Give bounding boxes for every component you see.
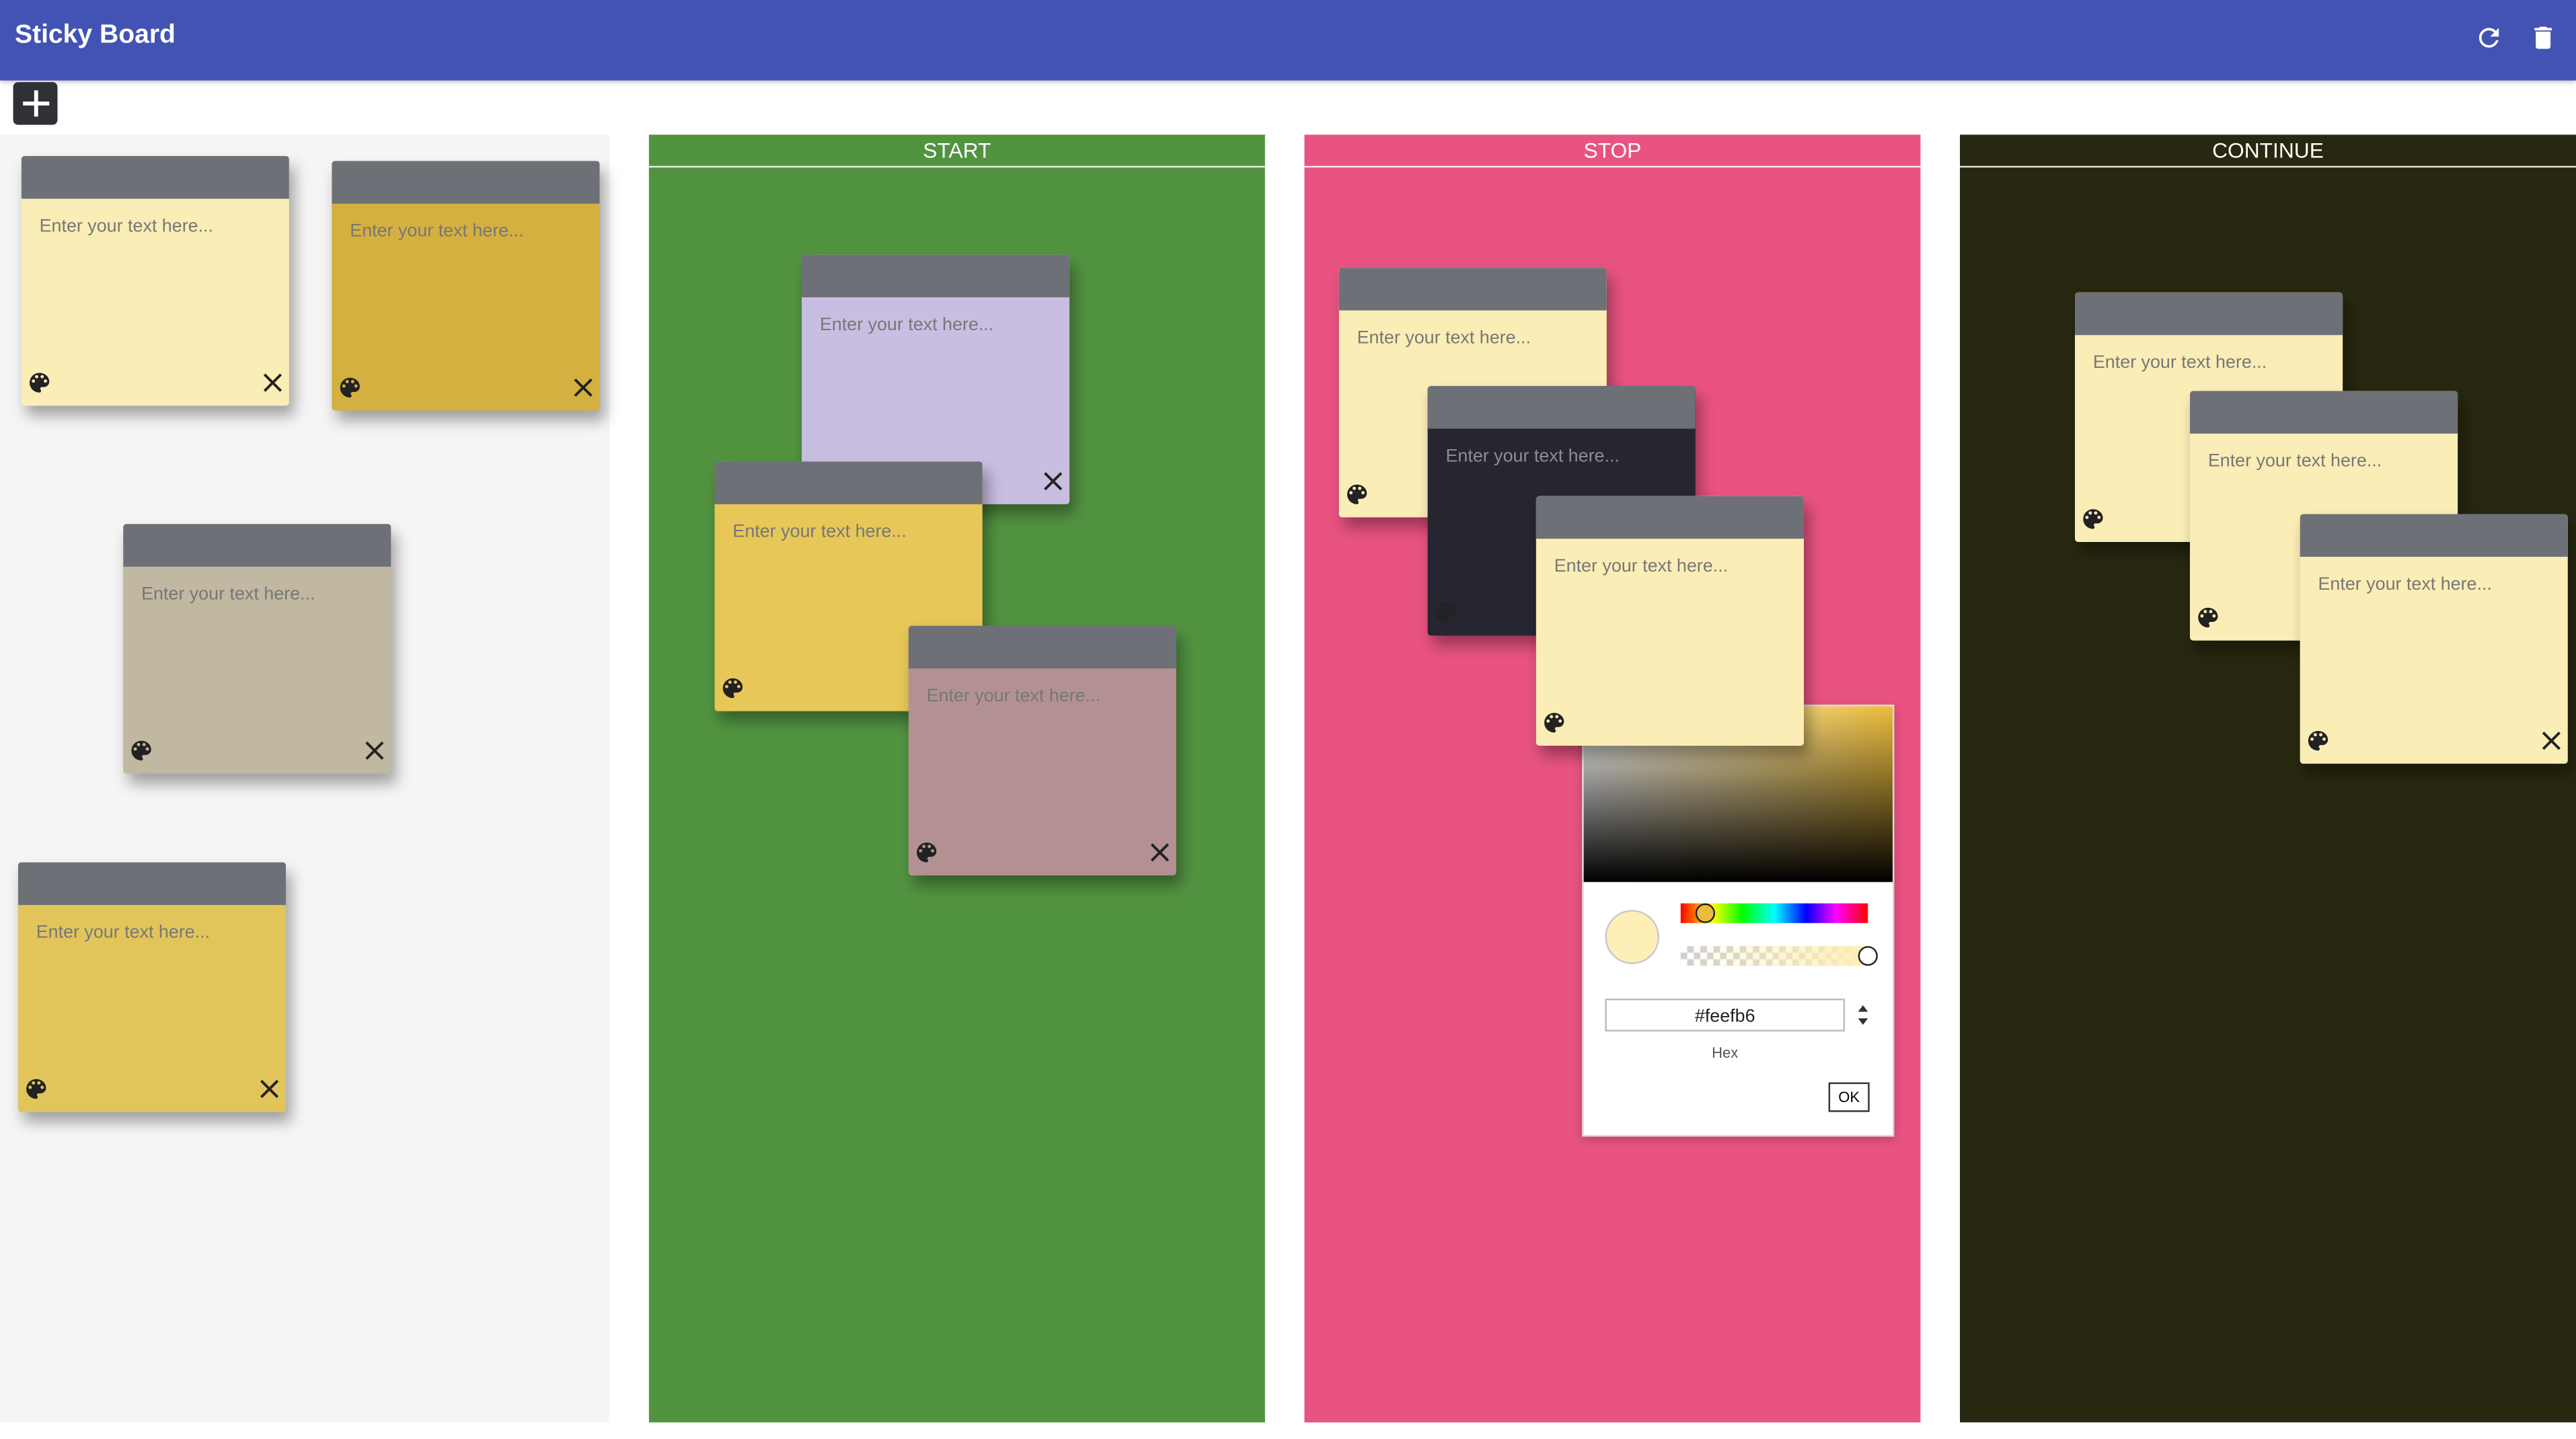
delete-note-button[interactable] <box>572 376 595 399</box>
color-palette-button[interactable] <box>1541 709 1567 736</box>
note-text-input[interactable]: Enter your text here... <box>2318 575 2492 594</box>
color-palette-button[interactable] <box>26 370 52 396</box>
app-bar: Sticky Board <box>0 0 2576 81</box>
column-title-start: START <box>648 134 1265 168</box>
updown-arrows-icon <box>1858 1005 1868 1025</box>
hue-slider-handle[interactable] <box>1695 903 1716 923</box>
color-palette-button[interactable] <box>23 1076 49 1102</box>
color-palette-button[interactable] <box>2305 728 2331 754</box>
sticky-note[interactable]: Enter your text here... <box>2300 514 2568 764</box>
color-palette-button[interactable] <box>337 375 363 401</box>
app-root: Sticky Board START STOP CONTINUE Enter y… <box>0 0 2576 1439</box>
note-text-input[interactable]: Enter your text here... <box>2093 353 2267 373</box>
close-icon <box>2542 732 2561 750</box>
note-text-input[interactable]: Enter your text here... <box>927 687 1100 706</box>
palette-icon <box>2198 607 2218 628</box>
note-text-input[interactable]: Enter your text here... <box>141 585 315 605</box>
note-drag-handle[interactable] <box>332 161 600 204</box>
palette-icon <box>131 740 151 761</box>
palette-icon <box>2308 730 2328 751</box>
note-drag-handle[interactable] <box>1427 386 1696 429</box>
close-icon <box>1150 843 1170 862</box>
format-label: Hex <box>1712 1044 1739 1061</box>
sticky-note[interactable]: Enter your text here... <box>332 161 600 411</box>
note-drag-handle[interactable] <box>2075 292 2343 336</box>
column-title-continue: CONTINUE <box>1960 134 2576 168</box>
close-icon <box>574 378 593 397</box>
palette-icon <box>1544 713 1564 733</box>
close-icon <box>365 741 384 760</box>
hue-slider[interactable] <box>1680 903 1868 923</box>
note-drag-handle[interactable] <box>1536 496 1804 539</box>
note-text-input[interactable]: Enter your text here... <box>820 315 993 335</box>
note-text-input[interactable]: Enter your text here... <box>1554 557 1728 576</box>
palette-icon <box>722 678 743 699</box>
plus-icon <box>22 90 49 117</box>
note-text-input[interactable]: Enter your text here... <box>40 217 213 236</box>
palette-icon <box>1435 602 1456 623</box>
palette-icon <box>2083 509 2103 529</box>
close-icon <box>260 1079 279 1099</box>
delete-note-button[interactable] <box>2540 730 2563 752</box>
color-palette-button[interactable] <box>720 675 746 701</box>
alpha-slider[interactable] <box>1680 945 1878 966</box>
note-text-input[interactable]: Enter your text here... <box>2208 452 2382 471</box>
hex-input[interactable]: #feefb6 <box>1605 999 1846 1032</box>
color-palette-button[interactable] <box>913 839 940 865</box>
sticky-note[interactable]: Enter your text here... <box>123 524 391 774</box>
note-drag-handle[interactable] <box>714 461 983 504</box>
delete-note-button[interactable] <box>1148 841 1171 864</box>
note-drag-handle[interactable] <box>908 625 1176 669</box>
refresh-icon <box>2478 28 2499 48</box>
color-palette-button[interactable] <box>1433 600 1459 626</box>
delete-note-button[interactable] <box>1042 470 1065 493</box>
color-preview-swatch <box>1605 910 1660 964</box>
close-icon <box>1044 472 1063 491</box>
color-palette-button[interactable] <box>1344 481 1370 508</box>
palette-icon <box>29 373 50 393</box>
sticky-note[interactable]: Enter your text here... <box>908 625 1176 876</box>
note-drag-handle[interactable] <box>801 254 1070 298</box>
refresh-button[interactable] <box>2471 20 2507 56</box>
add-note-button[interactable] <box>13 82 58 125</box>
note-drag-handle[interactable] <box>21 156 289 199</box>
color-palette-button[interactable] <box>2080 506 2106 532</box>
delete-note-button[interactable] <box>258 1077 280 1100</box>
note-drag-handle[interactable] <box>2300 514 2568 557</box>
column-title-stop: STOP <box>1304 134 1921 168</box>
note-drag-handle[interactable] <box>123 524 391 567</box>
palette-icon <box>1347 484 1367 504</box>
palette-icon <box>916 843 937 863</box>
color-palette-button[interactable] <box>128 738 155 764</box>
note-drag-handle[interactable] <box>17 862 287 905</box>
note-text-input[interactable]: Enter your text here... <box>350 222 523 241</box>
app-title: Sticky Board <box>14 21 176 50</box>
delete-note-button[interactable] <box>261 371 284 394</box>
note-text-input[interactable]: Enter your text here... <box>1357 329 1531 348</box>
alpha-slider-handle[interactable] <box>1858 945 1878 966</box>
sticky-note[interactable]: Enter your text here... <box>1536 496 1804 746</box>
note-drag-handle[interactable] <box>1338 268 1607 311</box>
note-text-input[interactable]: Enter your text here... <box>36 923 210 943</box>
format-toggle[interactable] <box>1856 1003 1870 1026</box>
palette-icon <box>340 377 360 398</box>
close-icon <box>263 373 282 392</box>
color-picker: #feefb6 Hex OK <box>1570 698 1895 1137</box>
note-text-input[interactable]: Enter your text here... <box>1445 446 1619 466</box>
note-drag-handle[interactable] <box>2189 391 2458 434</box>
trash-icon <box>2534 26 2552 49</box>
ok-button[interactable]: OK <box>1828 1082 1870 1112</box>
delete-note-button[interactable] <box>363 739 386 762</box>
color-palette-button[interactable] <box>2195 605 2221 631</box>
sticky-note[interactable]: Enter your text here... <box>21 156 289 406</box>
palette-icon <box>26 1079 46 1099</box>
sticky-note[interactable]: Enter your text here... <box>17 862 287 1112</box>
note-text-input[interactable]: Enter your text here... <box>732 522 906 542</box>
delete-all-button[interactable] <box>2525 20 2561 56</box>
